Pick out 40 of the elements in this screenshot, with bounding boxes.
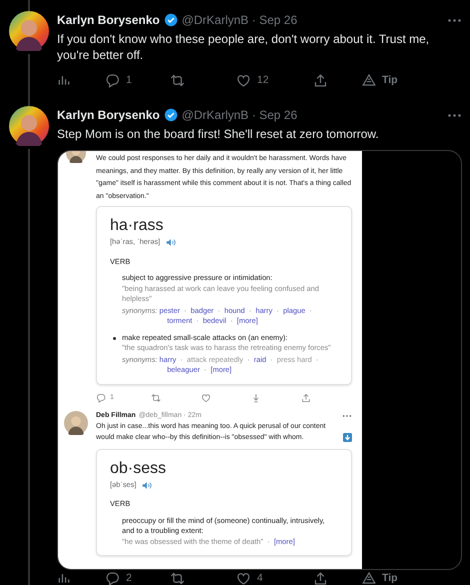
tip-icon[interactable] (362, 73, 376, 87)
share-icon[interactable] (313, 72, 328, 88)
download-icon[interactable] (251, 392, 261, 403)
retweet-icon[interactable] (170, 72, 185, 88)
tip-label[interactable]: Tip (382, 572, 398, 584)
like-icon[interactable] (201, 392, 211, 403)
reply-icon[interactable] (105, 72, 120, 88)
avatar[interactable] (9, 106, 49, 146)
author-meta: @DrKarlynB · Sep 26 (182, 108, 298, 122)
more-icon[interactable] (447, 18, 462, 22)
like-icon[interactable] (236, 72, 251, 88)
analytics-icon[interactable] (57, 73, 71, 87)
tip-icon[interactable] (362, 571, 376, 585)
like-count: 12 (257, 74, 269, 86)
tweet-text: If you don't know who these people are, don't worry about it. Trust me, you're better off. (57, 31, 430, 63)
retweet-icon[interactable] (151, 392, 161, 403)
speaker-icon[interactable] (166, 238, 178, 248)
author-name[interactable]: Karlyn Borysenko (57, 108, 160, 122)
down-arrow-icon (343, 432, 352, 442)
avatar[interactable] (9, 11, 49, 51)
retweet-icon[interactable] (170, 570, 185, 585)
reply-icon[interactable] (105, 570, 120, 585)
reply-count: 2 (126, 572, 132, 584)
more-icon[interactable] (342, 414, 352, 418)
avatar[interactable] (64, 410, 88, 435)
reply-icon[interactable] (96, 392, 106, 403)
share-icon[interactable] (313, 570, 328, 585)
share-icon[interactable] (301, 392, 311, 403)
like-count: 4 (257, 572, 263, 584)
tweet-text: Step Mom is on the board first! She'll reset at zero tomorrow. (57, 126, 380, 142)
like-icon[interactable] (236, 570, 251, 585)
tip-label[interactable]: Tip (382, 74, 398, 86)
reply-count: 1 (126, 74, 132, 86)
more-icon[interactable] (447, 112, 462, 118)
author-name[interactable]: Karlyn Borysenko (57, 13, 160, 27)
dictionary-word: ha·rass (110, 216, 164, 236)
speaker-icon[interactable] (142, 480, 154, 490)
dictionary-word: ob·sess (110, 458, 168, 478)
author-meta: @DrKarlynB · Sep 26 (182, 13, 298, 27)
analytics-icon[interactable] (57, 571, 71, 585)
